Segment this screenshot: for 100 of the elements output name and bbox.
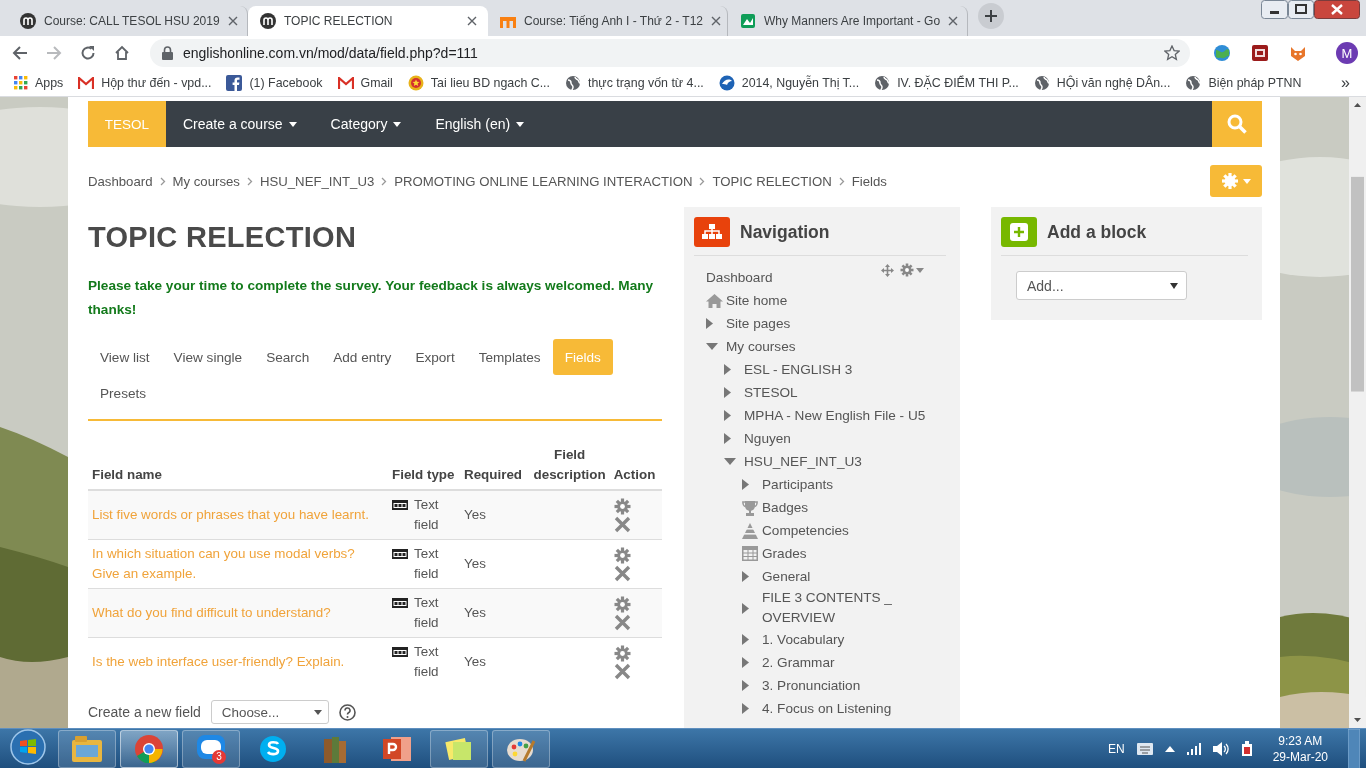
menu-button[interactable]: Category (313, 101, 419, 147)
bookmark[interactable]: Hộp thư đến - vpd... (78, 76, 212, 90)
language-indicator[interactable]: EN (1107, 741, 1125, 756)
breadcrumb-link[interactable]: Dashboard (88, 173, 153, 189)
close-icon[interactable] (227, 16, 238, 26)
collapsed-arrow-icon[interactable] (742, 602, 749, 614)
breadcrumb-link[interactable]: TOPIC RELECTION (712, 173, 832, 189)
reload-icon[interactable] (80, 45, 96, 61)
nav-item[interactable]: STESOL (744, 382, 798, 403)
close-button[interactable] (1314, 0, 1360, 19)
nav-item[interactable]: Grades (762, 543, 807, 564)
bookmark[interactable]: IV. ĐẶC ĐIỂM THI P... (874, 75, 1019, 91)
breadcrumb-link[interactable]: Fields (851, 173, 887, 189)
tab[interactable]: Presets (88, 375, 159, 411)
expanded-arrow-icon[interactable] (724, 458, 736, 465)
collapsed-arrow-icon[interactable] (742, 634, 749, 645)
collapsed-arrow-icon[interactable] (724, 364, 731, 375)
profile-avatar[interactable]: M (1336, 42, 1358, 64)
clock[interactable]: 9:23 AM 29-Mar-20 (1272, 732, 1328, 765)
nav-item[interactable]: Competencies (762, 520, 849, 541)
nav-item[interactable]: Dashboard (706, 267, 773, 288)
nav-item[interactable]: MPHA - New English File - U5 (744, 405, 926, 426)
bookmark[interactable]: 2014, Nguyễn Thị T... (718, 75, 860, 91)
tab[interactable]: View list (88, 339, 162, 375)
more-bookmarks-button[interactable]: » (1341, 74, 1350, 92)
collapsed-arrow-icon[interactable] (742, 703, 749, 714)
add-block-select[interactable]: Add... (1016, 271, 1187, 300)
tab[interactable]: Export (403, 339, 467, 375)
bookmark[interactable]: HỘi văn nghệ DÂn... (1033, 75, 1171, 91)
new-tab-icon[interactable] (978, 3, 1004, 29)
delete-icon[interactable] (613, 564, 631, 582)
signal-icon[interactable] (1186, 742, 1201, 755)
tab[interactable]: Add entry (321, 339, 404, 375)
bookmark[interactable]: Biện pháp PTNN (1185, 75, 1302, 91)
breadcrumb-link[interactable]: My courses (172, 173, 240, 189)
collapsed-arrow-icon[interactable] (724, 387, 731, 398)
delete-icon[interactable] (613, 662, 631, 680)
presentation-icon[interactable] (383, 734, 411, 763)
breadcrumb-link[interactable]: HSU_NEF_INT_U3 (259, 173, 375, 189)
menu-button[interactable]: English (en) (418, 101, 542, 147)
bookmark[interactable]: Apps (14, 76, 64, 90)
nav-item[interactable]: 2. Grammar (762, 652, 835, 673)
tab[interactable]: View single (161, 339, 255, 375)
taskbar-app[interactable] (492, 729, 550, 768)
nav-item[interactable]: Badges (762, 497, 809, 518)
nav-item[interactable]: Nguyen (744, 428, 791, 449)
close-icon[interactable] (711, 16, 721, 26)
tab[interactable]: Search (254, 339, 322, 375)
keyboard-icon[interactable] (1136, 742, 1153, 755)
close-icon[interactable] (948, 16, 959, 26)
close-icon[interactable] (467, 16, 477, 26)
settings-icon[interactable] (613, 546, 631, 564)
volume-icon[interactable] (1212, 741, 1229, 756)
nav-item[interactable]: 4. Focus on Listening (762, 698, 892, 719)
nav-item[interactable]: 1. Vocabulary (762, 629, 845, 650)
power-icon[interactable] (1240, 740, 1253, 757)
bookmark[interactable]: Tai lieu BD ngach C... (407, 75, 550, 91)
sticky-notes-icon[interactable] (445, 735, 473, 762)
block-actions-button[interactable] (900, 263, 924, 277)
nav-item[interactable]: Participants (762, 474, 834, 495)
field-type-select[interactable]: Choose... (210, 700, 329, 724)
minimize-button[interactable] (1261, 0, 1288, 19)
address-bar[interactable]: englishonline.com.vn/mod/data/field.php?d=111 (150, 39, 1190, 67)
taskbar-app[interactable] (120, 729, 178, 768)
bookmark[interactable]: (1) Facebook (226, 75, 323, 91)
taskbar-app[interactable]: 3 (182, 729, 240, 768)
settings-icon[interactable] (613, 644, 631, 662)
show-hidden-icons[interactable] (1164, 745, 1175, 752)
back-icon[interactable] (12, 45, 28, 61)
collapsed-arrow-icon[interactable] (742, 680, 749, 691)
nav-item[interactable]: My courses (726, 336, 796, 357)
chrome-icon[interactable] (135, 734, 163, 763)
browser-tab[interactable]: TOPIC RELECTION (248, 6, 488, 36)
nav-item[interactable]: Site pages (726, 313, 791, 334)
breadcrumb-link[interactable]: PROMOTING ONLINE LEARNING INTERACTION (394, 173, 693, 189)
nav-item[interactable]: General (762, 566, 811, 587)
star-icon[interactable] (1164, 45, 1180, 61)
collapsed-arrow-icon[interactable] (742, 571, 749, 582)
nav-item[interactable]: 3. Pronunciation (762, 675, 861, 696)
collapsed-arrow-icon[interactable] (706, 318, 713, 329)
nav-item[interactable]: Site home (726, 290, 788, 311)
maximize-button[interactable] (1288, 0, 1314, 19)
home-icon[interactable] (114, 45, 130, 61)
folder-icon[interactable] (72, 735, 102, 762)
skype-icon[interactable] (259, 734, 287, 763)
nav-item[interactable]: FILE 3 CONTENTS _ OVERVIEW (762, 588, 930, 628)
collapsed-arrow-icon[interactable] (724, 433, 731, 444)
extension-icon[interactable] (1250, 43, 1270, 63)
menu-button[interactable]: Create a course (166, 101, 314, 147)
collapsed-arrow-icon[interactable] (742, 479, 749, 490)
tab[interactable]: Templates (466, 339, 553, 375)
taskbar-app[interactable] (430, 729, 488, 768)
move-icon[interactable] (881, 263, 894, 277)
collapsed-arrow-icon[interactable] (724, 410, 731, 421)
globe-extension-icon[interactable] (1212, 43, 1232, 63)
bookmark[interactable]: Gmail (337, 76, 393, 90)
bookmark[interactable]: thực trạng vốn từ 4... (565, 75, 704, 91)
expanded-arrow-icon[interactable] (706, 343, 718, 350)
settings-icon[interactable] (613, 497, 631, 515)
nav-item[interactable]: HSU_NEF_INT_U3 (744, 451, 862, 472)
